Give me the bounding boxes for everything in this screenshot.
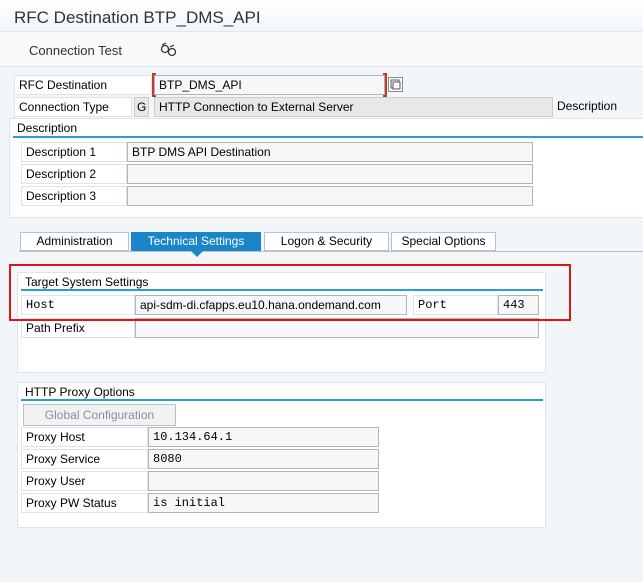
rfc-destination-field[interactable]: BTP_DMS_API [154, 75, 385, 95]
port-field[interactable]: 443 [498, 295, 539, 315]
path-prefix-field[interactable] [135, 318, 539, 338]
rfc-destination-value: BTP_DMS_API [159, 78, 242, 92]
description-3-field[interactable] [127, 186, 533, 206]
proxy-service-label: Proxy Service [21, 449, 148, 469]
port-label: Port [413, 295, 498, 315]
proxy-host-field[interactable]: 10.134.64.1 [148, 427, 379, 447]
proxy-host-label: Proxy Host [21, 427, 148, 447]
description-group-divider [13, 136, 643, 138]
description-1-label: Description 1 [21, 142, 127, 162]
proxy-pw-status-field: is initial [148, 493, 379, 513]
tab-strip-line [19, 251, 643, 252]
target-system-group-title: Target System Settings [25, 275, 149, 289]
proxy-user-label: Proxy User [21, 471, 148, 491]
focus-bracket-left [152, 73, 156, 97]
host-field[interactable]: api-sdm-di.cfapps.eu10.hana.ondemand.com [135, 295, 407, 315]
glasses-display-icon[interactable] [158, 41, 178, 59]
tab-logon-security[interactable]: Logon & Security [264, 232, 389, 251]
proxy-pw-status-label: Proxy PW Status [21, 493, 148, 513]
description-header-label: Description [557, 99, 618, 113]
description-2-field[interactable] [127, 164, 533, 184]
focus-bracket-right [383, 73, 387, 97]
proxy-service-field[interactable]: 8080 [148, 449, 379, 469]
proxy-user-field[interactable] [148, 471, 379, 491]
connection-type-code: G [134, 97, 149, 117]
value-help-icon[interactable] [388, 77, 403, 92]
active-tab-indicator [191, 251, 203, 257]
description-group-title: Description [17, 121, 78, 135]
description-2-label: Description 2 [21, 164, 127, 184]
connection-type-label: Connection Type [14, 97, 132, 117]
target-system-group-divider [21, 289, 543, 291]
tab-special-options[interactable]: Special Options [391, 232, 496, 251]
proxy-group-title: HTTP Proxy Options [25, 385, 135, 399]
tab-technical-settings[interactable]: Technical Settings [131, 232, 261, 251]
global-configuration-button[interactable]: Global Configuration [23, 404, 176, 426]
host-label: Host [21, 295, 135, 315]
connection-type-description: HTTP Connection to External Server [154, 97, 553, 117]
path-prefix-label: Path Prefix [21, 318, 135, 338]
tab-administration[interactable]: Administration [20, 232, 129, 251]
connection-test-button[interactable]: Connection Test [20, 40, 131, 62]
window-title: RFC Destination BTP_DMS_API [14, 8, 261, 27]
rfc-destination-label: RFC Destination [14, 75, 152, 95]
proxy-group-divider [21, 399, 543, 401]
description-3-label: Description 3 [21, 186, 127, 206]
description-1-field[interactable]: BTP DMS API Destination [127, 142, 533, 162]
